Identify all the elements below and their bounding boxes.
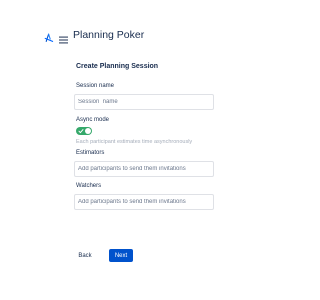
checkmark-icon [78, 129, 84, 134]
back-button[interactable]: Back [72, 249, 98, 262]
session-name-label: Session name [76, 83, 115, 89]
watchers-input[interactable] [74, 194, 214, 210]
estimators-label: Estimators [76, 150, 105, 156]
app-header: Planning Poker [44, 28, 145, 44]
planning-poker-logo-icon[interactable] [44, 30, 54, 42]
async-mode-toggle[interactable] [76, 127, 92, 135]
page: Planning Poker Create Planning Session S… [0, 0, 300, 300]
watchers-label: Watchers [76, 183, 102, 189]
toggle-knob [85, 128, 91, 134]
hamburger-menu-icon[interactable] [59, 31, 68, 44]
async-mode-helper-text: Each participant estimates time asynchro… [76, 139, 193, 145]
form-title: Create Planning Session [76, 63, 159, 70]
async-mode-label: Async mode [76, 117, 110, 123]
session-name-input[interactable] [74, 94, 214, 110]
estimators-input[interactable] [74, 161, 214, 177]
next-button[interactable]: Next [109, 249, 133, 262]
app-title: Planning Poker [73, 29, 145, 41]
